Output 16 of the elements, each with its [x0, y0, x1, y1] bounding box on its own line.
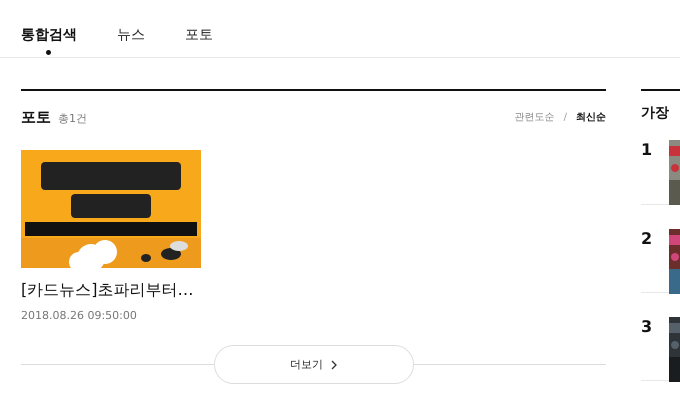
chevron-icon [331, 360, 337, 370]
result-count: 총1건 [58, 110, 87, 126]
section-title: 포토 [21, 108, 51, 126]
sort-link[interactable]: 관련도순 [514, 110, 555, 124]
separator: / [564, 112, 567, 122]
rank-number: 2 [641, 229, 654, 249]
rank-number: 3 [641, 317, 654, 337]
rank-number: 1 [641, 140, 654, 160]
sort-link[interactable]: 최신순 [576, 110, 606, 124]
article-title[interactable]: [카드뉴스]초파리부터… [21, 280, 201, 301]
article-date: 2018.08.26 09:50:00 [21, 309, 138, 322]
tab[interactable]: 뉴스 [117, 25, 145, 57]
sidebar-title: 가장 [641, 104, 670, 123]
more-button[interactable]: 더보기 [214, 345, 414, 384]
tab[interactable]: 포토 [185, 25, 213, 57]
tab[interactable]: 통합검색 [21, 25, 77, 57]
